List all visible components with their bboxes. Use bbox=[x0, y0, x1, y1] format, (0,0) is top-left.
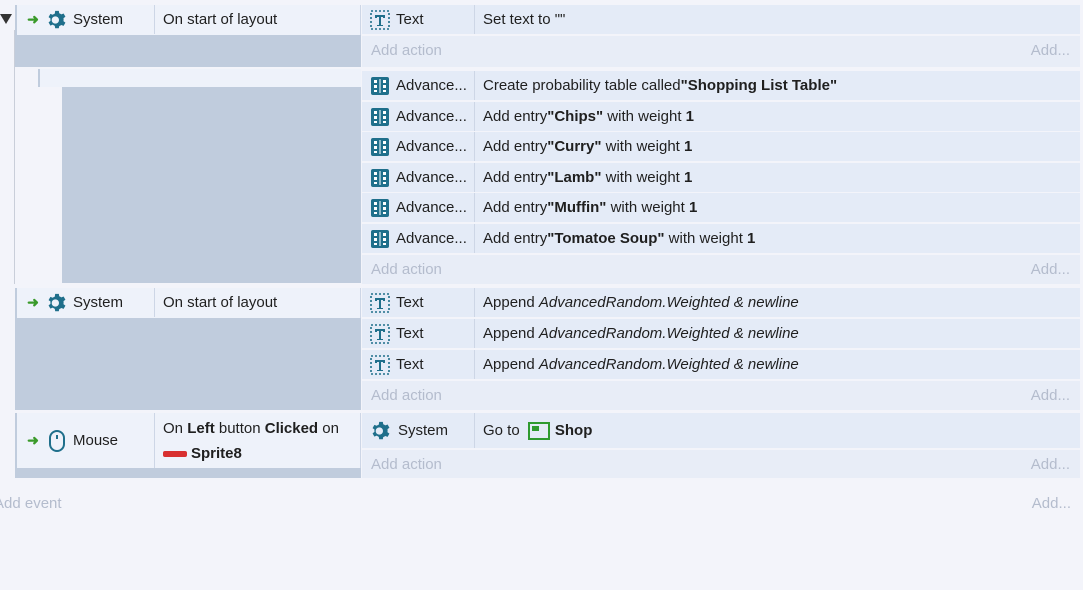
advanced-random-icon bbox=[371, 168, 389, 187]
text-object-icon bbox=[370, 323, 390, 344]
add-event-link[interactable]: Add event bbox=[0, 495, 62, 512]
action-row[interactable]: Advance... Add entry "Lamb" with weight … bbox=[362, 163, 1080, 193]
action-text: Create probability table called "Shoppin… bbox=[483, 77, 838, 94]
add-action-link[interactable]: Add action bbox=[371, 255, 442, 285]
add-action-row[interactable]: Add action Add... bbox=[362, 381, 1080, 410]
advanced-random-icon bbox=[371, 198, 389, 217]
action-object[interactable]: Text bbox=[362, 350, 475, 379]
event-1-object[interactable]: ➜ System bbox=[17, 5, 155, 34]
action-object[interactable]: Advance... bbox=[362, 224, 475, 253]
action-object[interactable]: Advance... bbox=[362, 71, 475, 100]
trigger-arrow-icon: ➜ bbox=[27, 432, 39, 448]
action-row[interactable]: Text Append AdvancedRandom.Weighted & ne… bbox=[362, 319, 1080, 349]
add-more-link[interactable]: Add... bbox=[1031, 450, 1070, 480]
text-object-icon bbox=[370, 9, 390, 30]
event-block-2[interactable] bbox=[38, 69, 361, 283]
action-text: Append AdvancedRandom.Weighted & newline bbox=[483, 356, 799, 373]
event-2-empty-condition[interactable] bbox=[40, 69, 361, 87]
add-more-link[interactable]: Add... bbox=[1031, 381, 1070, 411]
action-row[interactable]: Advance... Add entry "Curry" with weight… bbox=[362, 132, 1080, 162]
layout-icon bbox=[527, 421, 550, 440]
condition-text[interactable]: On start of layout bbox=[155, 5, 361, 35]
action-row[interactable]: Advance... Create probability table call… bbox=[362, 71, 1080, 101]
advanced-random-icon bbox=[371, 76, 389, 95]
action-row[interactable]: Advance... Add entry "Muffin" with weigh… bbox=[362, 193, 1080, 223]
add-action-row[interactable]: Add action Add... bbox=[362, 36, 1080, 67]
gear-icon bbox=[48, 10, 66, 28]
object-label: Mouse bbox=[73, 432, 119, 449]
add-action-link[interactable]: Add action bbox=[371, 450, 442, 480]
gear-icon bbox=[48, 293, 66, 311]
add-action-row[interactable]: Add action Add... bbox=[362, 255, 1080, 284]
action-object[interactable]: Advance... bbox=[362, 193, 475, 222]
advanced-random-icon bbox=[371, 137, 389, 156]
action-text: Add entry "Tomatoe Soup" with weight 1 bbox=[483, 230, 756, 247]
event-3-object[interactable]: ➜ System bbox=[17, 288, 155, 317]
action-row[interactable]: Advance... Add entry "Chips" with weight… bbox=[362, 102, 1080, 132]
action-text: Go to Shop bbox=[483, 421, 593, 440]
tree-guide-line bbox=[14, 30, 15, 284]
add-action-link[interactable]: Add action bbox=[371, 381, 442, 411]
event-4-object[interactable]: ➜ Mouse bbox=[17, 413, 155, 468]
action-text: Set text to "" bbox=[483, 11, 566, 28]
action-row[interactable]: Advance... Add entry "Tomatoe Soup" with… bbox=[362, 224, 1080, 254]
add-action-row[interactable]: Add action Add... bbox=[362, 450, 1080, 478]
advanced-random-icon bbox=[371, 107, 389, 126]
add-more-link[interactable]: Add... bbox=[1031, 255, 1070, 285]
event-3-condition[interactable]: ➜ System On start of layout bbox=[17, 288, 361, 318]
action-object[interactable]: Text bbox=[362, 5, 475, 34]
action-object[interactable]: Text bbox=[362, 288, 475, 317]
gear-icon bbox=[372, 421, 390, 439]
action-object[interactable]: System bbox=[362, 413, 475, 448]
action-text: Add entry "Muffin" with weight 1 bbox=[483, 199, 698, 216]
add-more-link[interactable]: Add... bbox=[1031, 36, 1070, 66]
action-row[interactable]: Text Append AdvancedRandom.Weighted & ne… bbox=[362, 288, 1080, 318]
object-label: System bbox=[73, 294, 124, 311]
action-row[interactable]: Text Append AdvancedRandom.Weighted & ne… bbox=[362, 350, 1080, 380]
action-object[interactable]: Advance... bbox=[362, 132, 475, 161]
mouse-icon bbox=[49, 429, 65, 452]
add-event-row[interactable]: Add event Add... bbox=[0, 489, 1083, 517]
action-object[interactable]: Advance... bbox=[362, 102, 475, 131]
condition-text[interactable]: On start of layout bbox=[155, 288, 361, 318]
sprite-thumbnail-icon bbox=[163, 451, 187, 457]
event-4-condition[interactable]: ➜ Mouse On Left button Clicked on Sprite… bbox=[17, 413, 361, 468]
action-text: Add entry "Chips" with weight 1 bbox=[483, 108, 695, 125]
trigger-arrow-icon: ➜ bbox=[27, 11, 39, 27]
action-row[interactable]: Text Set text to "" bbox=[362, 5, 1080, 35]
action-text: Append AdvancedRandom.Weighted & newline bbox=[483, 325, 799, 342]
collapse-triangle-icon[interactable] bbox=[0, 14, 12, 24]
action-text: Add entry "Curry" with weight 1 bbox=[483, 138, 693, 155]
trigger-arrow-icon: ➜ bbox=[27, 294, 39, 310]
condition-text[interactable]: On Left button Clicked on Sprite8 bbox=[155, 413, 361, 468]
add-action-link[interactable]: Add action bbox=[371, 36, 442, 66]
action-row[interactable]: System Go to Shop bbox=[362, 413, 1080, 449]
text-object-icon bbox=[370, 354, 390, 375]
event-1-condition[interactable]: ➜ System On start of layout bbox=[17, 5, 361, 35]
text-object-icon bbox=[370, 292, 390, 313]
advanced-random-icon bbox=[371, 229, 389, 248]
action-text: Append AdvancedRandom.Weighted & newline bbox=[483, 294, 799, 311]
add-more-link[interactable]: Add... bbox=[1032, 495, 1071, 512]
action-object[interactable]: Advance... bbox=[362, 163, 475, 192]
action-object[interactable]: Text bbox=[362, 319, 475, 348]
object-label: System bbox=[73, 11, 124, 28]
sub-event-indent bbox=[38, 87, 62, 283]
action-text: Add entry "Lamb" with weight 1 bbox=[483, 169, 693, 186]
